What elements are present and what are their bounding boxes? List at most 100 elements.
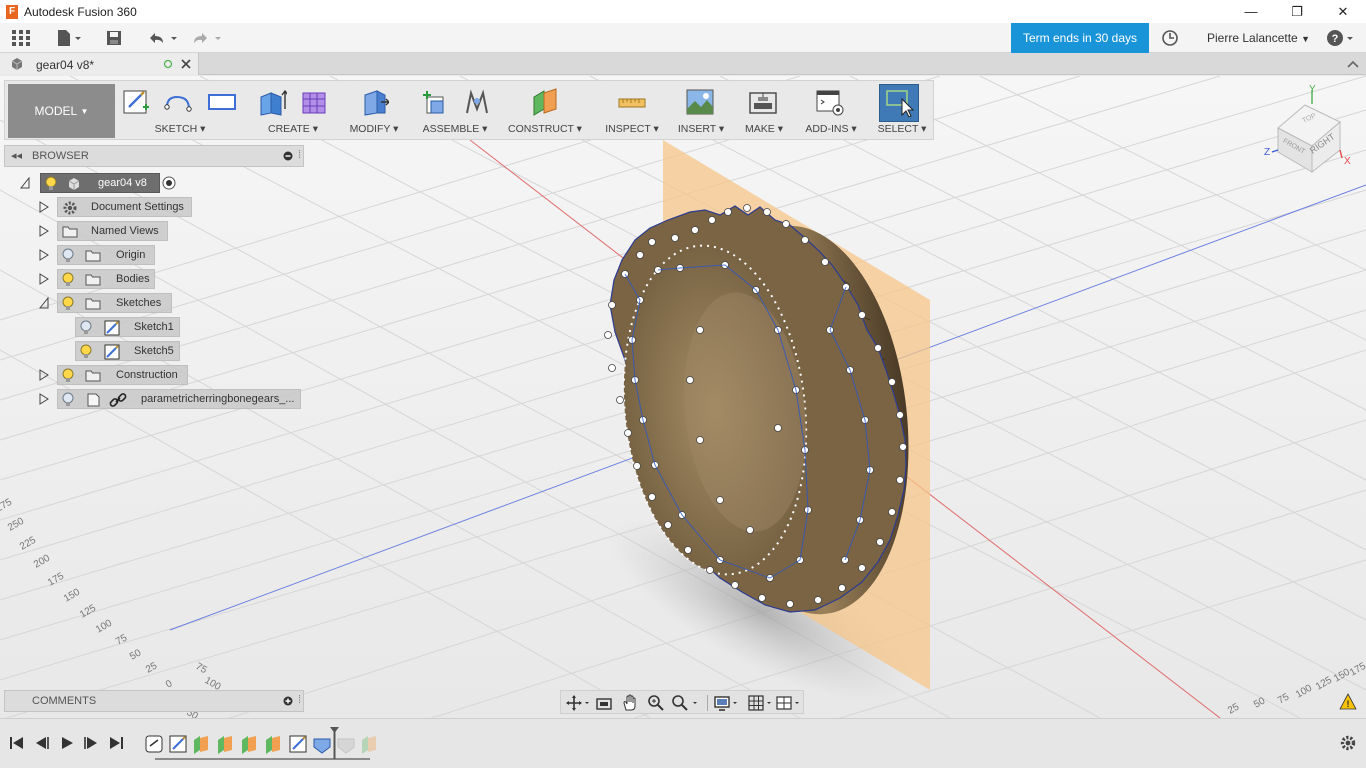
visibility-bulb-off-icon[interactable] (62, 392, 74, 407)
tree-item-linked-component[interactable]: parametricherringbonegears_... (57, 389, 301, 409)
activate-radio-icon[interactable] (162, 176, 176, 190)
help-icon[interactable]: ? (1325, 29, 1357, 47)
folder-icon (85, 298, 101, 310)
visibility-bulb-icon[interactable] (62, 368, 74, 383)
panel-grip-icon[interactable]: ⁞ (298, 694, 301, 706)
joint-icon[interactable] (461, 87, 491, 117)
sketch-arc-icon[interactable] (163, 87, 193, 117)
collapse-panel-icon[interactable]: ◂◂ (11, 149, 22, 162)
app-grid-icon[interactable] (10, 29, 32, 47)
ribbon-group-modify[interactable]: MODIFY ▾ (343, 81, 405, 139)
new-component-icon[interactable] (421, 87, 451, 117)
ribbon-group-make[interactable]: MAKE ▾ (739, 81, 789, 139)
job-status-icon[interactable] (1160, 29, 1180, 47)
redo-icon[interactable] (188, 29, 224, 47)
offset-plane-icon[interactable] (530, 87, 560, 117)
undo-icon[interactable] (144, 29, 180, 47)
visibility-bulb-icon[interactable] (80, 344, 92, 359)
tree-expanded-triangle-icon[interactable] (20, 177, 30, 189)
go-to-end-icon[interactable] (107, 735, 125, 751)
select-cursor-icon[interactable] (884, 87, 914, 117)
tree-collapsed-triangle-icon[interactable] (39, 249, 49, 261)
tree-item-origin[interactable]: Origin (57, 245, 155, 265)
file-menu-icon[interactable] (54, 29, 84, 47)
minus-icon[interactable] (283, 151, 293, 161)
close-tab-icon[interactable] (180, 58, 192, 70)
tree-item-sketches[interactable]: Sketches (57, 293, 172, 313)
go-to-start-icon[interactable] (8, 735, 26, 751)
grid-snap-icon[interactable] (747, 694, 777, 712)
look-at-icon[interactable] (595, 694, 613, 712)
ribbon-group-assemble[interactable]: ASSEMBLE ▾ (413, 81, 497, 139)
tree-collapsed-triangle-icon[interactable] (39, 393, 49, 405)
fit-zoom-window-icon[interactable] (671, 694, 701, 712)
visibility-bulb-icon[interactable] (45, 176, 57, 191)
step-forward-icon[interactable] (82, 735, 100, 751)
ribbon-group-inspect[interactable]: INSPECT ▾ (597, 81, 667, 139)
visibility-bulb-off-icon[interactable] (80, 320, 92, 335)
tree-collapsed-triangle-icon[interactable] (39, 225, 49, 237)
measure-icon[interactable] (617, 87, 647, 117)
tree-expanded-triangle-icon[interactable] (39, 297, 49, 309)
zoom-icon[interactable] (647, 694, 665, 712)
tree-collapsed-triangle-icon[interactable] (39, 201, 49, 213)
term-ends-button[interactable]: Term ends in 30 days (1011, 23, 1149, 53)
make-group-label: MAKE ▾ (745, 123, 783, 135)
ribbon-group-add-ins[interactable]: ADD-INS ▾ (799, 81, 863, 139)
saved-status-icon (163, 59, 173, 69)
tree-item-label: Construction (116, 369, 178, 381)
minimize-button[interactable]: — (1228, 0, 1274, 23)
tree-collapsed-triangle-icon[interactable] (39, 369, 49, 381)
form-icon[interactable] (299, 87, 329, 117)
folder-icon (62, 226, 78, 238)
tree-item-bodies[interactable]: Bodies (57, 269, 155, 289)
svg-text:Y: Y (1309, 84, 1316, 95)
user-menu[interactable]: Pierre Lalancette ▼ (1207, 31, 1310, 45)
timeline-feature-plane-icon (194, 736, 208, 754)
save-icon[interactable] (104, 29, 124, 47)
ribbon-group-construct[interactable]: CONSTRUCT ▾ (505, 81, 585, 139)
extrude-icon[interactable] (257, 87, 287, 117)
ribbon-group-create[interactable]: CREATE ▾ (251, 81, 335, 139)
tree-item-sketch5[interactable]: Sketch5 (75, 341, 180, 361)
create-sketch-icon[interactable] (121, 87, 151, 117)
ribbon-group-select[interactable]: SELECT ▾ (871, 81, 933, 139)
workspace-switcher-button[interactable]: MODEL ▼ (8, 84, 115, 138)
scripts-addins-icon[interactable] (815, 87, 845, 117)
tree-item-label: Named Views (91, 225, 159, 237)
ribbon-group-insert[interactable]: INSERT ▾ (671, 81, 731, 139)
comments-panel-header[interactable]: COMMENTS ⁞ (4, 690, 304, 712)
insert-image-icon[interactable] (685, 87, 715, 117)
panel-grip-icon[interactable]: ⁞ (298, 149, 301, 161)
step-back-icon[interactable] (33, 735, 51, 751)
browser-root-node[interactable]: gear04 v8 (40, 173, 160, 193)
timeline-feature-active-icon (313, 738, 331, 754)
svg-text:!: ! (1347, 699, 1350, 709)
visibility-bulb-icon[interactable] (62, 296, 74, 311)
3d-print-icon[interactable] (748, 87, 778, 117)
tree-item-label: Document Settings (91, 201, 184, 213)
viewports-icon[interactable] (775, 694, 805, 712)
timeline-features[interactable] (140, 727, 380, 761)
collapse-up-icon[interactable] (1346, 58, 1360, 70)
maximize-button[interactable]: ❐ (1274, 0, 1320, 23)
close-button[interactable]: ✕ (1320, 0, 1366, 23)
display-settings-icon[interactable] (713, 694, 743, 712)
tree-collapsed-triangle-icon[interactable] (39, 273, 49, 285)
tree-item-sketch1[interactable]: Sketch1 (75, 317, 180, 337)
visibility-bulb-icon[interactable] (62, 272, 74, 287)
plus-icon[interactable] (283, 696, 293, 706)
ribbon-group-sketch[interactable]: SKETCH ▾ (117, 81, 243, 139)
tree-item-document-settings[interactable]: Document Settings (57, 197, 192, 217)
document-tab[interactable]: gear04 v8* (0, 53, 199, 75)
browser-panel-header[interactable]: ◂◂ BROWSER ⁞ (4, 145, 304, 167)
pan-hand-icon[interactable] (621, 694, 639, 712)
sketch-rectangle-icon[interactable] (207, 87, 237, 117)
visibility-bulb-off-icon[interactable] (62, 248, 74, 263)
timeline-settings-gear-icon[interactable] (1339, 734, 1357, 752)
press-pull-icon[interactable] (359, 87, 389, 117)
orbit-icon[interactable] (565, 694, 591, 712)
play-icon[interactable] (58, 735, 76, 751)
tree-item-named-views[interactable]: Named Views (57, 221, 168, 241)
tree-item-construction[interactable]: Construction (57, 365, 188, 385)
